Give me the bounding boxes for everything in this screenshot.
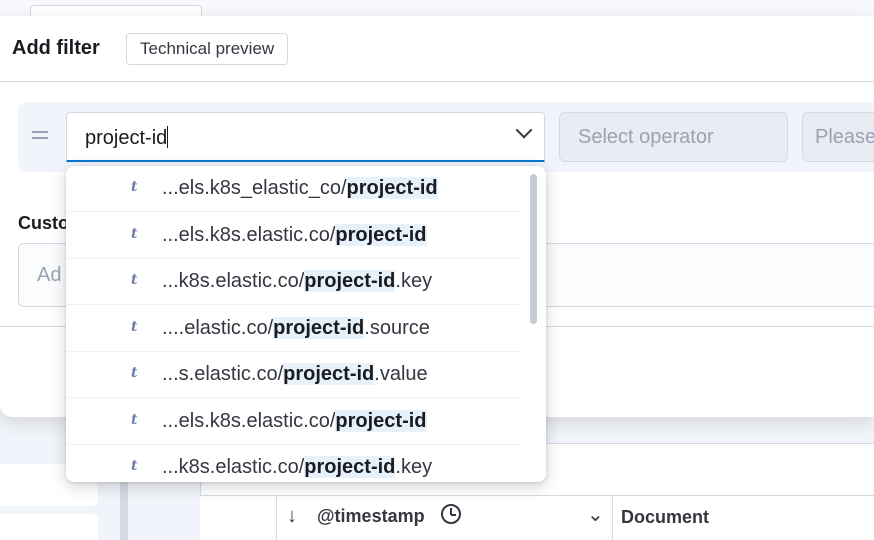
chevron-down-icon[interactable]	[515, 121, 533, 139]
drag-handle-icon[interactable]	[32, 131, 48, 143]
string-type-icon: t	[131, 318, 138, 335]
list-item[interactable]: t ...k8s.elastic.co/project-id.key	[66, 259, 520, 305]
value-placeholder: Please	[815, 126, 874, 148]
field-name: ...els.k8s.elastic.co/project-id	[162, 409, 427, 432]
string-type-icon: t	[131, 458, 138, 474]
field-name: ....elastic.co/project-id.source	[162, 316, 430, 339]
list-item[interactable]: t ...els.k8s_elastic_co/project-id	[66, 166, 520, 212]
popover-title: Add filter	[12, 37, 100, 59]
string-type-icon: t	[131, 179, 138, 195]
field-name: ...k8s.elastic.co/project-id.key	[162, 456, 433, 478]
string-type-icon: t	[131, 365, 138, 381]
operator-select[interactable]: Select operator	[559, 112, 788, 162]
operator-placeholder: Select operator	[578, 126, 714, 148]
filter-row: project-id Select operator Please	[18, 102, 874, 172]
select-column-header	[200, 496, 277, 540]
string-type-icon: t	[131, 411, 138, 428]
document-column-header[interactable]: Document	[621, 507, 709, 528]
custom-label-placeholder: Ad	[37, 264, 62, 286]
chevron-down-icon[interactable]: ⌄	[587, 502, 604, 527]
string-type-icon: t	[131, 272, 138, 288]
list-item[interactable]: t ....elastic.co/project-id.source	[66, 306, 520, 352]
scrollbar[interactable]	[530, 174, 537, 324]
field-name: ...els.k8s_elastic_co/project-id	[162, 177, 438, 199]
field-combobox[interactable]: project-id	[66, 112, 545, 162]
list-item[interactable]: t ...s.elastic.co/project-id.value	[66, 352, 520, 398]
custom-label: Custo	[18, 213, 69, 233]
list-item[interactable]: t ...els.k8s.elastic.co/project-id	[66, 399, 520, 445]
sidebar-card	[0, 514, 98, 540]
list-item[interactable]: t ...k8s.elastic.co/project-id.key	[66, 445, 520, 482]
timestamp-column-header[interactable]: ↓ @timestamp ⌄	[277, 496, 613, 540]
data-grid-header: ↓ @timestamp ⌄ Document	[200, 495, 874, 540]
list-item[interactable]: t ...els.k8s.elastic.co/project-id	[66, 213, 520, 259]
string-type-icon: t	[131, 225, 138, 242]
field-name: ...s.elastic.co/project-id.value	[162, 363, 428, 385]
value-input[interactable]: Please	[802, 112, 874, 162]
field-name: ...k8s.elastic.co/project-id.key	[162, 270, 433, 292]
clock-icon	[441, 504, 461, 524]
timestamp-header-label: @timestamp	[317, 506, 425, 526]
field-input-value[interactable]: project-id	[85, 126, 169, 150]
popover-header: Add filter Technical preview	[0, 16, 874, 82]
technical-preview-badge[interactable]: Technical preview	[126, 33, 289, 65]
field-name: ...els.k8s.elastic.co/project-id	[162, 223, 427, 246]
field-suggestions-list: t ...els.k8s_elastic_co/project-id t ...els…	[66, 166, 546, 482]
arrow-down-icon[interactable]: ↓	[287, 505, 297, 528]
